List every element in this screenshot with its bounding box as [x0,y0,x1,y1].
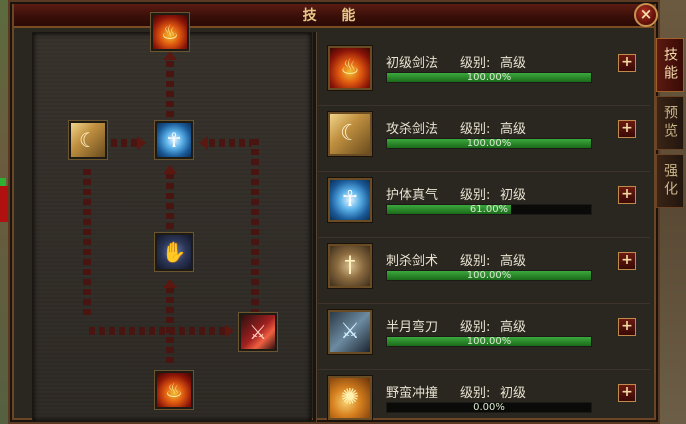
skill-row[interactable]: † 刺杀剑术 级别: 高级 100.00% + [318,238,650,304]
progress-text: 0.00% [473,402,505,413]
tree-connector [83,169,91,319]
claw-icon: ✋ [161,240,187,264]
tree-node-top-fire[interactable]: ♨ [151,13,189,51]
progress-text: 100.00% [466,138,512,149]
level-label: 级别: [460,56,491,71]
tree-connector [89,327,225,335]
level-value: 初级 [500,386,527,401]
tree-connector [166,173,174,233]
arrow-right-icon [137,136,146,150]
skill-progress-bar: 0.00% [386,402,592,413]
level-label: 级别: [460,122,491,137]
arrow-left-icon [199,136,208,150]
level-value: 高级 [500,56,527,71]
skill-progress-bar: 61.00% [386,204,592,215]
tree-node-middle-claw[interactable]: ✋ [155,233,193,271]
arrow-up-icon [163,51,177,60]
sword-icon[interactable]: † [328,244,372,288]
skill-progress-bar: 100.00% [386,336,592,347]
tab-enhance[interactable]: 强化 [656,154,684,208]
skill-name: 护体真气 [386,188,439,203]
level-value: 高级 [500,320,527,335]
tree-connector [251,139,259,313]
skill-list: ♨ 初级剑法 级别: 高级 100.00% + ☾ 攻杀剑法 级别: 高级 100.00% + ☥ 护体真… [318,40,650,422]
tab-skills[interactable]: 技能 [656,38,684,92]
tab-preview[interactable]: 预览 [656,96,684,150]
fire-icon: ♨ [165,378,183,402]
arrow-right-icon [225,324,234,338]
upgrade-plus-button[interactable]: + [618,54,636,72]
skill-row[interactable]: ♨ 初级剑法 级别: 高级 100.00% + [318,40,650,106]
skill-row[interactable]: ⚔ 半月弯刀 级别: 高级 100.00% + [318,304,650,370]
progress-text: 61.00% [469,204,509,215]
shield-icon: ☥ [166,128,182,152]
close-button[interactable]: × [634,3,658,27]
level-value: 高级 [500,254,527,269]
tree-connector [166,287,174,367]
skill-progress-bar: 100.00% [386,270,592,281]
level-label: 级别: [460,320,491,335]
progress-text: 100.00% [466,270,512,281]
tree-node-bottom-fire[interactable]: ♨ [155,371,193,409]
skill-row[interactable]: ✺ 野蛮冲撞 级别: 初级 0.00% + [318,370,650,422]
progress-text: 100.00% [466,336,512,347]
skill-name: 野蛮冲撞 [386,386,439,401]
crescent-blade-icon[interactable]: ⚔ [328,310,372,354]
arrow-up-icon [163,279,177,288]
title-bar[interactable]: 技 能 [14,4,654,28]
upgrade-plus-button[interactable]: + [618,318,636,336]
tree-connector [111,139,139,147]
skill-name: 攻杀剑法 [386,122,439,137]
level-label: 级别: [460,386,491,401]
slash-icon[interactable]: ☾ [328,112,372,156]
upgrade-plus-button[interactable]: + [618,186,636,204]
shield-icon[interactable]: ☥ [328,178,372,222]
rush-icon[interactable]: ✺ [328,376,372,420]
slash-icon: ☾ [79,128,97,152]
upgrade-plus-button[interactable]: + [618,120,636,138]
skill-name: 刺杀剑术 [386,254,439,269]
skill-tree-panel: ♨ ☾ ☥ ✋ ⚔ ♨ [32,13,312,422]
level-label: 级别: [460,254,491,269]
fire-icon: ♨ [161,20,179,44]
window-title: 技 能 [302,8,366,24]
upgrade-plus-button[interactable]: + [618,384,636,402]
tree-node-center-shield[interactable]: ☥ [155,121,193,159]
level-label: 级别: [460,188,491,203]
level-value: 初级 [500,188,527,203]
progress-text: 100.00% [466,72,512,83]
panel-divider [313,32,316,422]
arrow-up-icon [163,165,177,174]
skill-window: 技 能 × ♨ ☾ ☥ ✋ ⚔ ♨ ♨ 初级剑法 级别: 高级 100.00% … [8,0,660,424]
upgrade-plus-button[interactable]: + [618,252,636,270]
tree-node-left-slash[interactable]: ☾ [69,121,107,159]
skill-name: 初级剑法 [386,56,439,71]
skill-row[interactable]: ☾ 攻杀剑法 级别: 高级 100.00% + [318,106,650,172]
tree-connector [209,139,251,147]
tree-node-right-blade[interactable]: ⚔ [239,313,277,351]
level-value: 高级 [500,122,527,137]
fire-icon[interactable]: ♨ [328,46,372,90]
skill-progress-bar: 100.00% [386,138,592,149]
skill-row[interactable]: ☥ 护体真气 级别: 初级 61.00% + [318,172,650,238]
tree-connector [166,61,174,121]
blade-icon: ⚔ [249,320,267,344]
skill-name: 半月弯刀 [386,320,439,335]
skill-progress-bar: 100.00% [386,72,592,83]
